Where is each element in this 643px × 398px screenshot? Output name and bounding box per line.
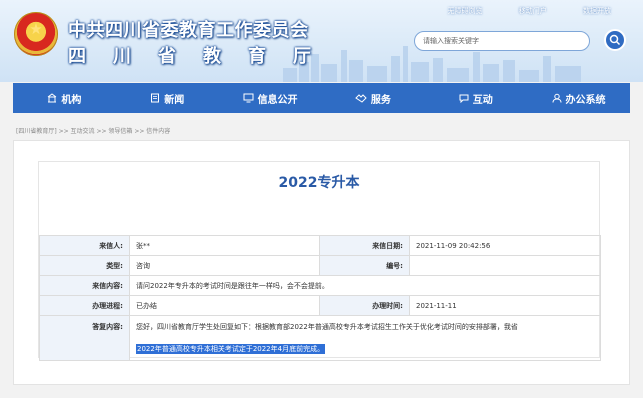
nav-label: 机构	[61, 94, 82, 106]
news-icon	[151, 93, 160, 103]
nav-label: 互动	[472, 94, 493, 106]
accessibility-link[interactable]: 无障碍浏览	[448, 7, 483, 15]
reply-label: 答复内容:	[39, 315, 130, 361]
nav-item-service[interactable]: 服务	[321, 83, 424, 113]
date-label: 来信日期:	[319, 235, 410, 256]
nav-label: 服务	[370, 94, 391, 106]
monitor-icon	[243, 93, 254, 103]
nav-item-institution[interactable]: 机构	[13, 83, 116, 113]
chat-icon	[459, 94, 469, 103]
open-data-link[interactable]: 数据开放	[583, 7, 611, 15]
search-icon	[609, 34, 621, 46]
nav-item-interaction[interactable]: 互动	[424, 83, 527, 113]
search-input[interactable]: 请输入搜索关键字	[414, 31, 590, 51]
site-title-line2: 四川省教育厅	[68, 46, 338, 67]
nav-label: 信息公开	[257, 94, 298, 106]
table-row: 办理进程: 已办结 办理时间: 2021-11-11	[39, 295, 601, 316]
breadcrumb[interactable]: [四川省教育厅] >> 互动交流 >> 领导信箱 >> 信件内容	[16, 126, 170, 135]
search-button[interactable]	[604, 29, 626, 51]
sender-label: 来信人:	[39, 235, 130, 256]
reply-content[interactable]: 您好，四川省教育厅学生处回复如下：根据教育部2022年普通高校专升本考试招生工作…	[129, 315, 601, 361]
type-label: 类型:	[39, 255, 130, 276]
main-nav: 机构 新闻 信息公开 服务 互动 办公系统	[13, 83, 630, 113]
table-row: 答复内容: 您好，四川省教育厅学生处回复如下：根据教育部2022年普通高校专升本…	[39, 315, 601, 361]
handle-time-value: 2021-11-11	[409, 295, 601, 316]
site-header: ★ 中共四川省委教育工作委员会 四川省教育厅 无障碍浏览 移动门户 数据开放 请…	[0, 0, 643, 82]
progress-value: 已办结	[129, 295, 320, 316]
nav-item-info-disclosure[interactable]: 信息公开	[219, 83, 322, 113]
type-value: 咨询	[129, 255, 320, 276]
table-row: 来信人: 张** 来信日期: 2021-11-09 20:42:56	[39, 235, 601, 256]
user-icon	[552, 93, 562, 103]
number-value	[409, 255, 601, 276]
reply-line1: 您好，四川省教育厅学生处回复如下：根据教育部2022年普通高校专升本考试招生工作…	[136, 323, 518, 331]
table-row: 来信内容: 请问2022年专升本的考试时间是跟往年一样吗，会不会提前。	[39, 275, 601, 296]
top-links: 无障碍浏览 移动门户 数据开放	[414, 6, 611, 16]
nav-label: 新闻	[164, 94, 185, 106]
nav-item-news[interactable]: 新闻	[116, 83, 219, 113]
sender-value: 张**	[129, 235, 320, 256]
number-label: 编号:	[319, 255, 410, 276]
letter-info-table: 来信人: 张** 来信日期: 2021-11-09 20:42:56 类型: 咨…	[39, 235, 601, 361]
progress-label: 办理进程:	[39, 295, 130, 316]
handle-time-label: 办理时间:	[319, 295, 410, 316]
mobile-portal-link[interactable]: 移动门户	[519, 7, 547, 15]
table-row: 类型: 咨询 编号:	[39, 255, 601, 276]
national-emblem-logo: ★	[14, 12, 58, 56]
nav-item-office-system[interactable]: 办公系统	[527, 83, 630, 113]
handshake-icon	[355, 94, 367, 103]
site-title-line1: 中共四川省委教育工作委员会	[68, 20, 309, 41]
content-label: 来信内容:	[39, 275, 130, 296]
reply-highlighted-text[interactable]: 2022年普通高校专升本相关考试定于2022年4月底前完成。	[136, 344, 326, 354]
building-icon	[48, 93, 57, 103]
page-title: 2022专升本	[278, 175, 360, 191]
date-value: 2021-11-09 20:42:56	[409, 235, 601, 256]
content-value: 请问2022年专升本的考试时间是跟往年一样吗，会不会提前。	[129, 275, 601, 296]
nav-label: 办公系统	[565, 94, 606, 106]
